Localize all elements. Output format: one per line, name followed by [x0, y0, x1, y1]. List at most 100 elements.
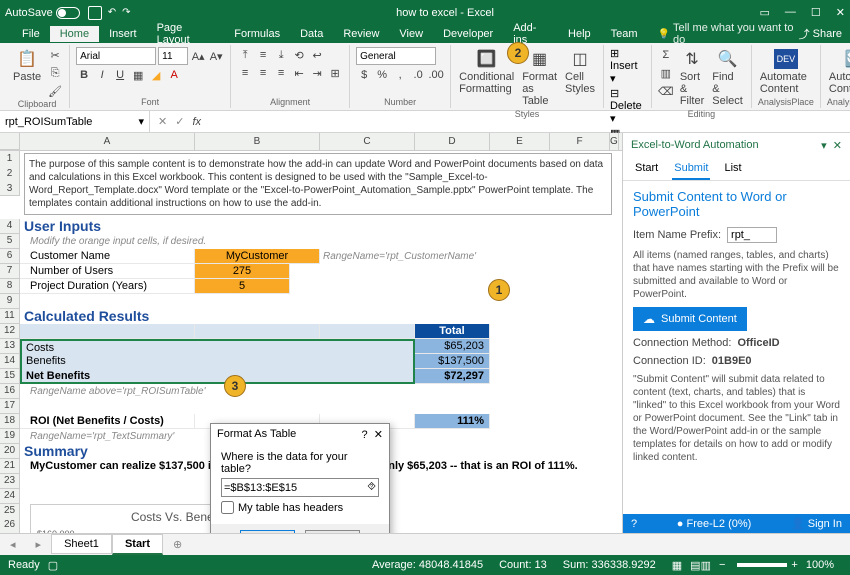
col-header-C[interactable]: C [320, 133, 415, 150]
fill-icon[interactable]: ▥ [658, 65, 674, 81]
bold-button[interactable]: B [76, 67, 92, 83]
chevron-down-icon[interactable]: ▾ [138, 115, 144, 128]
ok-button[interactable]: OK [240, 530, 295, 533]
input-value[interactable]: MyCustomer [195, 249, 320, 264]
tab-formulas[interactable]: Formulas [224, 26, 290, 42]
tab-developer[interactable]: Developer [433, 26, 503, 42]
headers-checkbox[interactable]: My table has headers [221, 501, 379, 514]
underline-button[interactable]: U [112, 67, 128, 83]
undo-icon[interactable]: ↶ [108, 7, 116, 18]
align-middle-icon[interactable]: ≡ [255, 47, 271, 63]
input-value[interactable]: 275 [195, 264, 290, 279]
delete-cells-button[interactable]: ⊟ Delete ▾ [610, 87, 645, 125]
tp-tab-list[interactable]: List [722, 158, 743, 180]
paste-button[interactable]: 📋Paste [11, 47, 43, 85]
merge-icon[interactable]: ⊞ [327, 65, 343, 81]
comma-icon[interactable]: , [392, 67, 408, 83]
tab-insert[interactable]: Insert [99, 26, 147, 42]
view-pagelayout-icon[interactable]: ▤ [690, 559, 700, 572]
view-pagebreak-icon[interactable]: ▥ [701, 559, 711, 572]
cell-styles-button[interactable]: ◫Cell Styles [563, 47, 597, 97]
view-normal-icon[interactable]: ▦ [672, 559, 682, 572]
tab-data[interactable]: Data [290, 26, 333, 42]
automate-content-button-2[interactable]: 🔄Automate Content [827, 47, 850, 97]
format-painter-icon[interactable]: 🖌 [47, 83, 63, 99]
grow-font-icon[interactable]: A▴ [190, 48, 206, 64]
enter-formula-icon[interactable]: ✓ [175, 115, 184, 128]
maximize-icon[interactable]: ☐ [811, 6, 821, 19]
select-all-corner[interactable] [0, 133, 20, 150]
autosum-icon[interactable]: Σ [658, 47, 674, 63]
help-icon[interactable]: ? [362, 429, 368, 441]
autosave-toggle[interactable]: AutoSave [5, 7, 80, 19]
tell-me-search[interactable]: 💡 Tell me what you want to do [658, 22, 799, 46]
close-icon[interactable]: ✕ [836, 6, 845, 19]
minimize-icon[interactable]: — [785, 6, 796, 19]
find-select-button[interactable]: 🔍Find & Select [710, 47, 745, 109]
tab-review[interactable]: Review [333, 26, 389, 42]
col-header-D[interactable]: D [415, 133, 490, 150]
worksheet-grid[interactable]: ABCDEFG 123 The purpose of this sample c… [0, 133, 622, 533]
sheet-tab-start[interactable]: Start [112, 534, 163, 555]
prefix-input[interactable] [727, 227, 777, 243]
align-right-icon[interactable]: ≡ [273, 65, 289, 81]
wrap-text-icon[interactable]: ↩ [309, 47, 325, 63]
zoom-slider[interactable] [737, 563, 787, 567]
submit-content-button[interactable]: Submit Content [633, 307, 747, 331]
name-box[interactable]: rpt_ROISumTable▾ [0, 111, 150, 132]
dialog-range-input[interactable]: =$B$13:$E$15⯑ [221, 478, 379, 497]
align-bottom-icon[interactable]: ⤓ [273, 47, 289, 63]
clear-icon[interactable]: ⌫ [658, 83, 674, 99]
sheet-nav-next-icon[interactable]: ▸ [26, 538, 52, 551]
align-top-icon[interactable]: ⤒ [237, 47, 253, 63]
save-icon[interactable] [88, 6, 102, 20]
automate-content-button-1[interactable]: DEVAutomate Content [758, 47, 814, 97]
increase-decimal-icon[interactable]: .0 [410, 67, 426, 83]
taskpane-dropdown-icon[interactable]: ▾ [821, 140, 827, 152]
cut-icon[interactable]: ✂ [47, 47, 63, 63]
tab-page-layout[interactable]: Page Layout [147, 20, 225, 48]
tab-home[interactable]: Home [50, 26, 99, 42]
macro-record-icon[interactable]: ▢ [48, 559, 58, 572]
toggle-off-icon[interactable] [56, 7, 80, 19]
ribbon-options-icon[interactable]: ▭ [760, 6, 770, 19]
italic-button[interactable]: I [94, 67, 110, 83]
tab-view[interactable]: View [389, 26, 433, 42]
shrink-font-icon[interactable]: A▾ [208, 48, 224, 64]
accounting-icon[interactable]: $ [356, 67, 372, 83]
cancel-formula-icon[interactable]: ✕ [158, 115, 167, 128]
fill-color-icon[interactable]: ◢ [148, 67, 164, 83]
font-name-combo[interactable]: Arial [76, 47, 156, 65]
close-dialog-icon[interactable]: ✕ [374, 429, 383, 441]
indent-decrease-icon[interactable]: ⇤ [291, 65, 307, 81]
col-header-F[interactable]: F [550, 133, 610, 150]
tp-help-icon[interactable]: ? [631, 518, 637, 530]
font-size-combo[interactable]: 11 [158, 47, 188, 65]
col-header-E[interactable]: E [490, 133, 550, 150]
border-icon[interactable]: ▦ [130, 67, 146, 83]
align-left-icon[interactable]: ≡ [237, 65, 253, 81]
tab-help[interactable]: Help [558, 26, 601, 42]
col-header-B[interactable]: B [195, 133, 320, 150]
share-button[interactable]: ⤴ Share [799, 26, 842, 42]
new-sheet-icon[interactable]: ⊕ [163, 538, 192, 551]
font-color-icon[interactable]: A [166, 67, 182, 83]
tab-team[interactable]: Team [601, 26, 648, 42]
sort-filter-button[interactable]: ⇅Sort & Filter [678, 47, 706, 109]
tab-file[interactable]: File [12, 26, 50, 42]
cancel-button[interactable]: Cancel [305, 530, 360, 533]
col-header-G[interactable]: G [610, 133, 619, 150]
insert-cells-button[interactable]: ⊞ Insert ▾ [610, 47, 645, 85]
taskpane-close-icon[interactable]: ✕ [833, 140, 842, 152]
range-picker-icon[interactable]: ⯑ [367, 481, 376, 494]
tp-tab-submit[interactable]: Submit [672, 158, 710, 180]
redo-icon[interactable]: ↷ [122, 7, 130, 18]
copy-icon[interactable]: ⎘ [47, 65, 63, 81]
tp-tab-start[interactable]: Start [633, 158, 660, 180]
tp-signin[interactable]: 👤 Sign In [791, 517, 842, 530]
decrease-decimal-icon[interactable]: .00 [428, 67, 444, 83]
input-value[interactable]: 5 [195, 279, 290, 294]
orientation-icon[interactable]: ⟲ [291, 47, 307, 63]
indent-increase-icon[interactable]: ⇥ [309, 65, 325, 81]
align-center-icon[interactable]: ≡ [255, 65, 271, 81]
